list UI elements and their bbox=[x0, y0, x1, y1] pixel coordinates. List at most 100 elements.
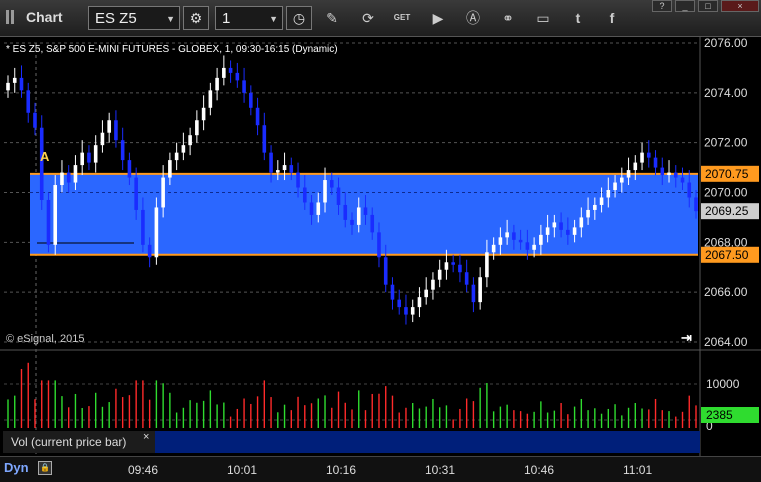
price-tick-label: 2070.00 bbox=[704, 186, 748, 200]
pencil-icon[interactable]: ✎ bbox=[322, 9, 342, 27]
maximize-button[interactable]: □ bbox=[698, 0, 718, 12]
chevron-down-icon[interactable]: ▼ bbox=[166, 7, 175, 31]
candle-body bbox=[586, 209, 590, 218]
close-button[interactable]: × bbox=[721, 0, 759, 12]
link-icon[interactable]: ⚭ bbox=[498, 9, 518, 27]
candle-body bbox=[296, 172, 300, 188]
help-button[interactable]: ? bbox=[652, 0, 672, 12]
clock-icon[interactable]: ◷ bbox=[286, 6, 312, 30]
drag-grip-icon[interactable] bbox=[6, 10, 20, 24]
candle-body bbox=[215, 77, 219, 91]
candle-body bbox=[93, 145, 98, 163]
candle-body bbox=[599, 197, 604, 205]
candle-body bbox=[613, 182, 617, 191]
candle-body bbox=[46, 199, 51, 245]
candle-body bbox=[73, 165, 78, 183]
symbol-input[interactable]: ES Z5 ▼ bbox=[88, 6, 180, 30]
last-price-label: 2069.25 bbox=[705, 204, 749, 218]
candle-body bbox=[161, 177, 165, 208]
candle-body bbox=[370, 214, 375, 233]
candle-body bbox=[464, 272, 469, 285]
marker-label: A bbox=[40, 149, 50, 164]
candle-body bbox=[255, 107, 260, 126]
candle-body bbox=[350, 219, 354, 225]
price-chart[interactable]: * ES Z5, S&P 500 E-MINI FUTURES - GLOBEX… bbox=[0, 37, 761, 462]
settings-gear-icon[interactable]: ⚙ bbox=[183, 6, 209, 30]
candle-body bbox=[329, 180, 334, 188]
candle-body bbox=[201, 107, 206, 121]
refresh-icon[interactable]: ⟳ bbox=[358, 9, 378, 27]
volume-axis: 1000002385 bbox=[701, 377, 759, 433]
candle-body bbox=[377, 232, 381, 258]
candle-body bbox=[302, 187, 307, 203]
candle-body bbox=[276, 170, 280, 173]
candle-body bbox=[269, 152, 273, 173]
candle-body bbox=[107, 120, 111, 133]
candle-body bbox=[572, 227, 577, 235]
candle-body bbox=[100, 132, 105, 146]
candle-body bbox=[417, 297, 422, 308]
candle-body bbox=[6, 82, 10, 91]
play-icon[interactable]: ▶ bbox=[428, 9, 448, 27]
candle-body bbox=[87, 152, 91, 163]
candle-body bbox=[539, 234, 543, 245]
close-icon[interactable]: × bbox=[143, 431, 149, 443]
time-tick-label: 10:31 bbox=[425, 463, 456, 477]
symbol-value: ES Z5 bbox=[95, 10, 137, 27]
volume-bars bbox=[7, 362, 697, 428]
volume-tick-label: 10000 bbox=[706, 377, 740, 391]
candle-body bbox=[242, 80, 246, 93]
candle-body bbox=[410, 307, 415, 315]
candle-body bbox=[363, 207, 368, 215]
candle-body bbox=[60, 172, 64, 186]
candle-body bbox=[343, 204, 348, 220]
dynamic-mode-label[interactable]: Dyn bbox=[4, 460, 29, 475]
twitter-icon[interactable]: t bbox=[568, 9, 588, 27]
candle-body bbox=[458, 264, 462, 273]
candle-body bbox=[26, 90, 31, 113]
candle-body bbox=[12, 77, 17, 83]
candle-body bbox=[188, 135, 192, 146]
candle-body bbox=[235, 72, 240, 81]
candle-body bbox=[174, 152, 179, 161]
candle-body bbox=[694, 197, 698, 212]
level-price-label: 2070.75 bbox=[705, 167, 749, 181]
candle-body bbox=[336, 187, 341, 205]
candle-body bbox=[552, 222, 557, 228]
candle-body bbox=[390, 284, 395, 300]
interval-value: 1 bbox=[222, 10, 231, 27]
time-tick-label: 09:46 bbox=[128, 463, 159, 477]
candle-body bbox=[653, 157, 658, 168]
lock-icon[interactable]: 🔒 bbox=[38, 461, 52, 475]
time-axis: Dyn 🔒 09:46 10:01 10:16 10:31 10:46 11:01 bbox=[0, 456, 761, 482]
time-tick-label: 10:46 bbox=[524, 463, 555, 477]
candle-body bbox=[19, 77, 24, 91]
candle-body bbox=[532, 244, 536, 250]
copyright-text: © eSignal, 2015 bbox=[6, 333, 84, 345]
candle-body bbox=[282, 165, 287, 171]
candle-body bbox=[309, 202, 314, 215]
candle-body bbox=[606, 190, 611, 198]
candle-body bbox=[667, 172, 671, 176]
candle-body bbox=[141, 209, 145, 245]
candle-body bbox=[478, 277, 482, 303]
price-tick-label: 2066.00 bbox=[704, 285, 748, 299]
interval-input[interactable]: 1 ▼ bbox=[215, 6, 283, 30]
candle-body bbox=[168, 160, 172, 178]
candle-body bbox=[154, 207, 159, 258]
candle-body bbox=[640, 152, 644, 163]
minimize-button[interactable]: _ bbox=[675, 0, 695, 12]
scroll-end-icon[interactable]: ⇥ bbox=[681, 330, 692, 345]
facebook-icon[interactable]: f bbox=[602, 9, 622, 27]
candle-body bbox=[316, 202, 321, 215]
price-axis: 2076.002074.002072.002070.002068.002066.… bbox=[701, 37, 759, 349]
candle-body bbox=[620, 177, 624, 183]
time-tick-label: 11:01 bbox=[623, 463, 653, 477]
alert-icon[interactable]: Ⓐ bbox=[463, 9, 483, 27]
chevron-down-icon[interactable]: ▼ bbox=[269, 7, 278, 31]
candle-body bbox=[498, 237, 503, 245]
volume-study-label[interactable]: Vol (current price bar) bbox=[3, 431, 155, 453]
price-tick-label: 2076.00 bbox=[704, 37, 748, 50]
get-icon[interactable]: GET bbox=[392, 9, 412, 27]
chat-icon[interactable]: ▭ bbox=[533, 9, 553, 27]
